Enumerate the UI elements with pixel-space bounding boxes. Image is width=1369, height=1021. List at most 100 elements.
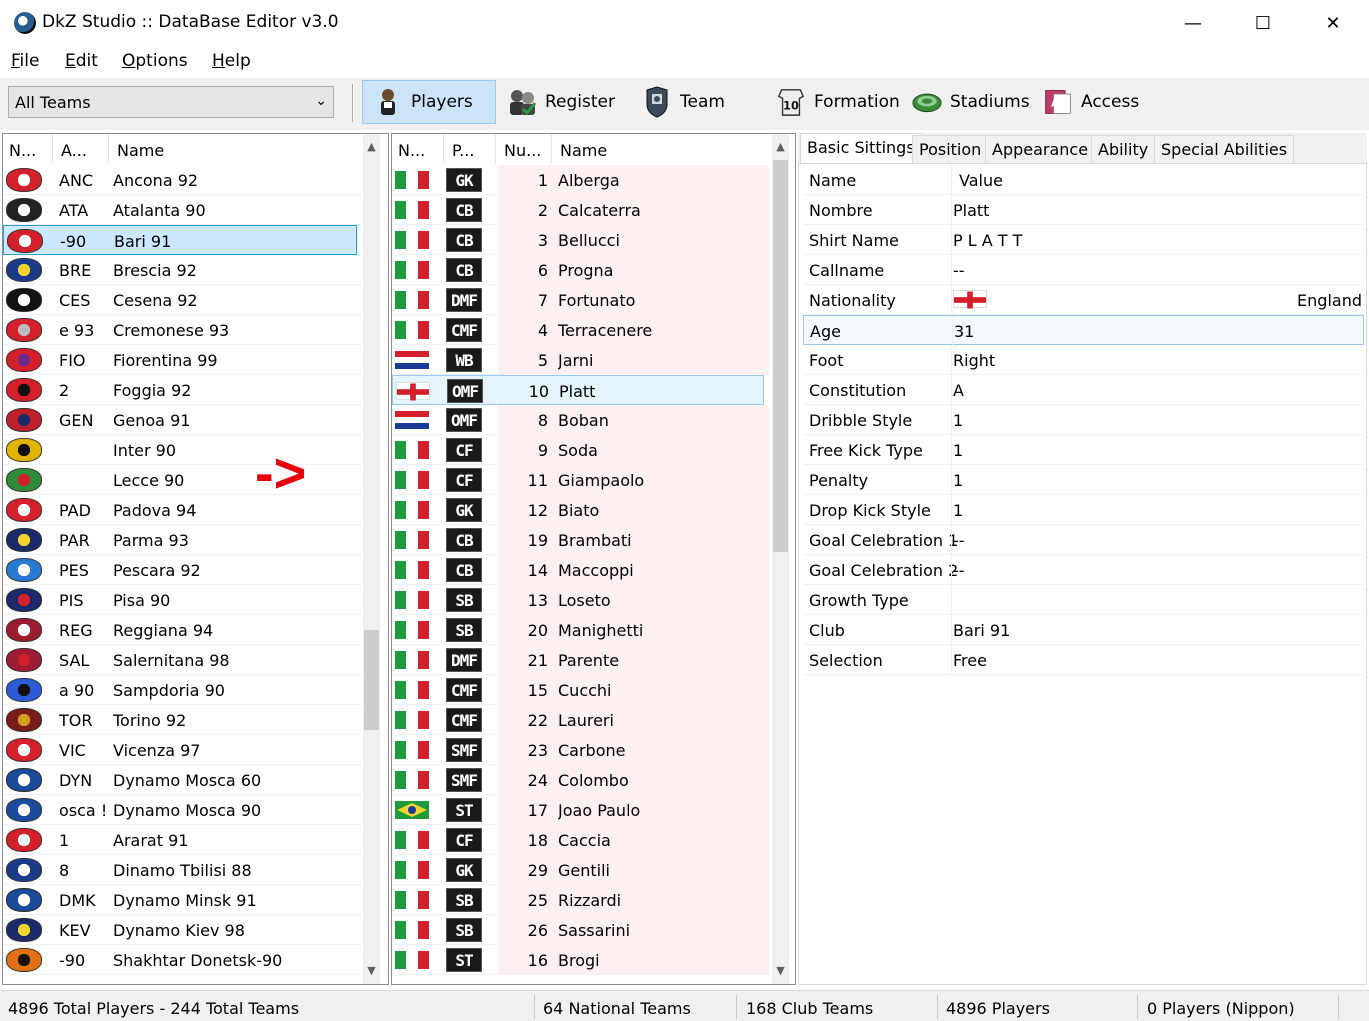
teams-header-nation[interactable]: N... bbox=[3, 134, 53, 164]
player-row[interactable]: CF 11 Giampaolo bbox=[392, 465, 769, 495]
close-button[interactable]: ✕ bbox=[1298, 0, 1368, 46]
team-button[interactable]: Team bbox=[632, 80, 735, 124]
player-row[interactable]: OMF 10 Platt bbox=[392, 375, 764, 405]
team-row[interactable]: GEN Genoa 91 bbox=[3, 405, 361, 435]
register-button[interactable]: Register bbox=[497, 80, 625, 124]
formation-button[interactable]: 10 Formation bbox=[766, 80, 910, 124]
team-row[interactable]: ATA Atalanta 90 bbox=[3, 195, 361, 225]
player-row[interactable]: CMF 4 Terracenere bbox=[392, 315, 769, 345]
player-row[interactable]: CB 19 Brambati bbox=[392, 525, 769, 555]
team-row[interactable]: REG Reggiana 94 bbox=[3, 615, 361, 645]
property-row[interactable]: Nationality England bbox=[803, 285, 1364, 315]
property-row[interactable]: Age 31 bbox=[803, 315, 1364, 346]
scroll-down-icon[interactable]: ▼ bbox=[363, 964, 380, 981]
player-row[interactable]: CB 14 Maccoppi bbox=[392, 555, 769, 585]
menu-help[interactable]: Help bbox=[212, 51, 251, 71]
teams-header-abbr[interactable]: A... bbox=[55, 134, 109, 164]
player-row[interactable]: CB 2 Calcaterra bbox=[392, 195, 769, 225]
scroll-down-icon[interactable]: ▼ bbox=[772, 964, 789, 981]
access-button[interactable]: A Access bbox=[1033, 80, 1149, 124]
property-row[interactable]: Selection Free bbox=[803, 645, 1364, 675]
players-scrollbar[interactable]: ▲ ▼ bbox=[772, 134, 789, 984]
menu-edit[interactable]: Edit bbox=[65, 51, 98, 71]
tab-position[interactable]: Position bbox=[912, 135, 989, 163]
team-row[interactable]: -90 Bari 91 bbox=[3, 225, 357, 255]
player-row[interactable]: CB 3 Bellucci bbox=[392, 225, 769, 255]
minimize-button[interactable]: — bbox=[1158, 0, 1228, 46]
player-row[interactable]: CF 9 Soda bbox=[392, 435, 769, 465]
player-row[interactable]: SMF 24 Colombo bbox=[392, 765, 769, 795]
player-row[interactable]: CB 6 Progna bbox=[392, 255, 769, 285]
team-row[interactable]: SAL Salernitana 98 bbox=[3, 645, 361, 675]
team-row[interactable]: PAR Parma 93 bbox=[3, 525, 361, 555]
scroll-up-icon[interactable]: ▲ bbox=[363, 140, 380, 157]
tab-basic-sittings[interactable]: Basic Sittings bbox=[800, 133, 922, 163]
player-row[interactable]: DMF 7 Fortunato bbox=[392, 285, 769, 315]
player-row[interactable]: OMF 8 Boban bbox=[392, 405, 769, 435]
property-row[interactable]: Club Bari 91 bbox=[803, 615, 1364, 645]
team-row[interactable]: DMK Dynamo Minsk 91 bbox=[3, 885, 361, 915]
team-row[interactable]: 1 Ararat 91 bbox=[3, 825, 361, 855]
tab-ability[interactable]: Ability bbox=[1091, 135, 1156, 163]
tab-special-abilities[interactable]: Special Abilities bbox=[1154, 135, 1295, 163]
scroll-up-icon[interactable]: ▲ bbox=[772, 140, 789, 157]
player-row[interactable]: CF 18 Caccia bbox=[392, 825, 769, 855]
players-header-number[interactable]: Nu... bbox=[498, 134, 552, 164]
player-row[interactable]: SMF 23 Carbone bbox=[392, 735, 769, 765]
team-row[interactable]: e 93 Cremonese 93 bbox=[3, 315, 361, 345]
team-row[interactable]: BRE Brescia 92 bbox=[3, 255, 361, 285]
player-row[interactable]: CMF 22 Laureri bbox=[392, 705, 769, 735]
property-row[interactable]: Constitution A bbox=[803, 375, 1364, 405]
team-row[interactable]: Inter 90 bbox=[3, 435, 361, 465]
player-row[interactable]: GK 29 Gentili bbox=[392, 855, 769, 885]
team-row[interactable]: 8 Dinamo Tbilisi 88 bbox=[3, 855, 361, 885]
team-row[interactable]: TOR Torino 92 bbox=[3, 705, 361, 735]
player-row[interactable]: SB 25 Rizzardi bbox=[392, 885, 769, 915]
menu-file[interactable]: File bbox=[11, 51, 39, 71]
stadiums-button[interactable]: Stadiums bbox=[902, 80, 1040, 124]
property-row[interactable]: Foot Right bbox=[803, 345, 1364, 375]
player-row[interactable]: ST 17 Joao Paulo bbox=[392, 795, 769, 825]
team-row[interactable]: ANC Ancona 92 bbox=[3, 165, 361, 195]
player-row[interactable]: WB 5 Jarni bbox=[392, 345, 769, 375]
team-row[interactable]: osca ! Dynamo Mosca 90 bbox=[3, 795, 361, 825]
property-row[interactable]: Drop Kick Style 1 bbox=[803, 495, 1364, 525]
property-row[interactable]: Penalty 1 bbox=[803, 465, 1364, 495]
team-row[interactable]: PES Pescara 92 bbox=[3, 555, 361, 585]
property-row[interactable]: Nombre Platt bbox=[803, 195, 1364, 225]
player-row[interactable]: CMF 15 Cucchi bbox=[392, 675, 769, 705]
property-row[interactable]: Shirt Name P L A T T bbox=[803, 225, 1364, 255]
player-row[interactable]: SB 13 Loseto bbox=[392, 585, 769, 615]
menu-options[interactable]: Options bbox=[122, 51, 188, 71]
team-row[interactable]: DYN Dynamo Mosca 60 bbox=[3, 765, 361, 795]
players-header-name[interactable]: Name bbox=[554, 134, 769, 164]
property-row[interactable]: Growth Type bbox=[803, 585, 1364, 615]
team-row[interactable]: PAD Padova 94 bbox=[3, 495, 361, 525]
property-row[interactable]: Goal Celebration 1 -- bbox=[803, 525, 1364, 555]
team-row[interactable]: KEV Dynamo Kiev 98 bbox=[3, 915, 361, 945]
player-row[interactable]: GK 1 Alberga bbox=[392, 165, 769, 195]
players-button[interactable]: Players bbox=[362, 80, 496, 124]
team-row[interactable]: VIC Vicenza 97 bbox=[3, 735, 361, 765]
player-row[interactable]: GK 12 Biato bbox=[392, 495, 769, 525]
player-row[interactable]: ST 16 Brogi bbox=[392, 945, 769, 975]
players-header-nation[interactable]: N... bbox=[392, 134, 444, 164]
team-row[interactable]: CES Cesena 92 bbox=[3, 285, 361, 315]
players-header-position[interactable]: P... bbox=[446, 134, 496, 164]
teams-scrollbar[interactable]: ▲ ▼ bbox=[363, 134, 380, 984]
property-row[interactable]: Dribble Style 1 bbox=[803, 405, 1364, 435]
player-row[interactable]: SB 26 Sassarini bbox=[392, 915, 769, 945]
maximize-button[interactable]: ☐ bbox=[1228, 0, 1298, 46]
player-row[interactable]: SB 20 Manighetti bbox=[392, 615, 769, 645]
teams-header-name[interactable]: Name bbox=[111, 134, 361, 164]
team-row[interactable]: a 90 Sampdoria 90 bbox=[3, 675, 361, 705]
player-row[interactable]: DMF 21 Parente bbox=[392, 645, 769, 675]
property-row[interactable]: Goal Celebration 2 -- bbox=[803, 555, 1364, 585]
team-row[interactable]: PIS Pisa 90 bbox=[3, 585, 361, 615]
team-row[interactable]: Lecce 90 bbox=[3, 465, 361, 495]
team-filter-select[interactable]: All Teams ⌄ bbox=[8, 86, 334, 118]
team-row[interactable]: FIO Fiorentina 99 bbox=[3, 345, 361, 375]
team-row[interactable]: 2 Foggia 92 bbox=[3, 375, 361, 405]
property-row[interactable]: Free Kick Type 1 bbox=[803, 435, 1364, 465]
team-row[interactable]: -90 Shakhtar Donetsk-90 bbox=[3, 945, 361, 975]
